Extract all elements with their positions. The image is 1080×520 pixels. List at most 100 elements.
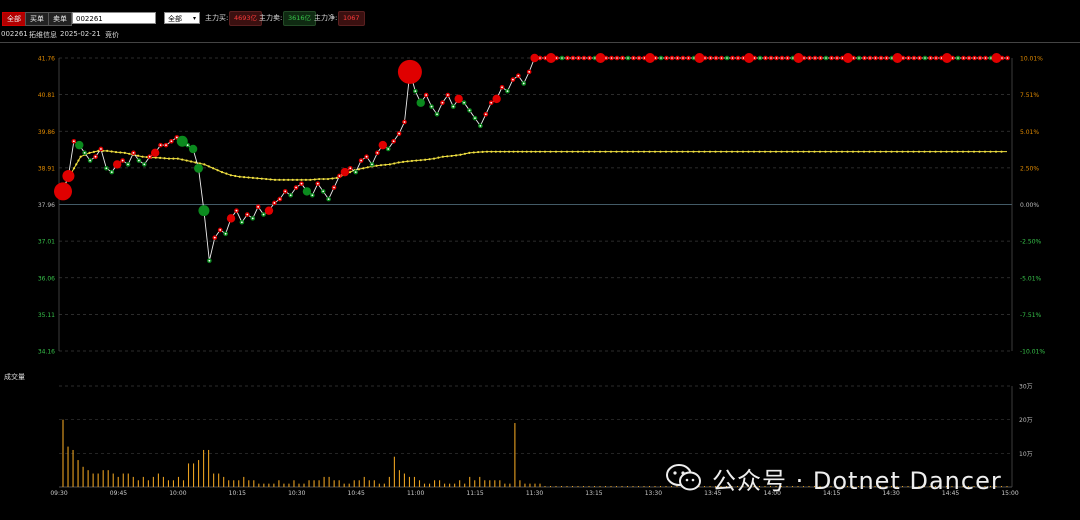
trade-dot [264,206,274,215]
limit-trade-dot-center [759,57,761,59]
average-dot [437,156,440,159]
average-dot [620,150,624,153]
time-tick-label: 10:00 [169,490,186,497]
limit-trade-dot-center [770,57,772,59]
price-tick-label: 34.16 [38,349,55,356]
average-dot [525,150,528,153]
limit-trade-dot-center [610,57,613,59]
limit-trade-dot-center [918,57,921,59]
limit-trade-dot-center [935,57,937,59]
time-tick-label: 13:30 [645,490,662,497]
average-dot [813,150,816,153]
trade-dot-center [468,109,471,112]
limit-trade-dot-center [704,57,706,59]
price-line-layer [62,57,1008,261]
average-dot [507,150,511,153]
average-dot [220,171,224,174]
average-dot [576,150,580,153]
average-dot [172,157,175,160]
trade-dot-center [143,163,146,166]
limit-trade-dot-center [781,57,783,59]
average-dot [719,150,723,153]
average-dot [300,178,303,181]
average-dot [234,174,237,178]
average-dot [983,150,987,153]
average-dot [216,169,219,172]
average-dot [309,178,312,181]
average-dot [304,178,308,181]
trade-dot-center [240,221,243,224]
limit-trade-dot-center [880,57,882,59]
average-dot [807,150,811,153]
average-dot [490,150,493,153]
average-dot [587,150,591,153]
average-dot [273,178,277,181]
limit-trade-dot-center [803,57,805,59]
average-dot [829,150,833,153]
time-tick-label: 15:00 [1001,490,1018,497]
average-dot [406,160,409,163]
average-dot [419,159,422,162]
average-dot [703,150,706,153]
average-dot [503,150,506,153]
volume-tick-label: 10万 [1019,451,1033,458]
time-tick-label: 13:15 [585,490,602,497]
trade-dot-center [159,144,162,147]
average-dot [769,150,772,153]
time-tick-label: 10:30 [288,490,305,497]
average-dot [802,150,805,153]
percent-tick-label: 7.51% [1020,92,1039,99]
volume-tick-label: 30万 [1019,384,1033,391]
average-dot [851,150,855,153]
trade-dot-center [316,182,319,185]
average-dot [840,150,844,153]
average-dot [868,150,871,153]
average-dot [939,150,943,153]
trade-dot-center [452,105,455,108]
trade-dot-center [349,167,352,170]
limit-trade-dot-center [852,57,855,59]
trade-dot [188,144,198,154]
percent-tick-label: 0.00% [1020,202,1039,209]
limit-trade-dot-center [566,57,569,59]
trade-dot-center [219,229,222,231]
trade-dot-center [484,113,487,116]
average-dot [697,150,701,153]
average-dot [972,150,976,153]
average-dot [326,177,330,181]
trade-dot-center [257,205,260,208]
limit-trade-dot-center [808,57,811,59]
average-dot [692,150,695,153]
average-dot [824,150,827,153]
limit-trade-dot-center [775,57,778,59]
intraday-chart: 41.76 40.81 39.86 38.91 37.96 37.01 36.06 35.11… [4,53,1045,497]
average-dot [225,172,228,175]
average-dot [260,177,263,180]
time-tick-label: 09:30 [50,490,67,497]
trade-dot [530,53,539,63]
limit-trade-dot-center [885,57,888,59]
trade-dot-center [251,217,254,220]
trade-dot-center [398,132,400,135]
limit-trade-dot-center [715,57,717,59]
average-dot [818,150,822,153]
trade-dot-center [354,171,357,174]
trade-dot-center [490,101,493,104]
average-dot [114,150,118,154]
trade-dot-center [235,209,238,212]
trade-dot-center [72,140,75,143]
average-dot [472,151,475,154]
trade-dot-center [246,213,249,216]
time-tick-label: 11:30 [526,490,543,497]
average-dot [994,150,998,153]
average-dot [758,150,761,153]
average-dot [432,157,436,160]
trade-dot [340,167,350,177]
average-dot [446,155,449,158]
average-dot [681,150,684,153]
trade-dot-center [506,90,509,93]
average-dot [934,150,937,153]
limit-trade-dot-center [709,57,712,59]
trade-dot-center [132,151,135,154]
limit-trade-dot-center [858,57,860,59]
